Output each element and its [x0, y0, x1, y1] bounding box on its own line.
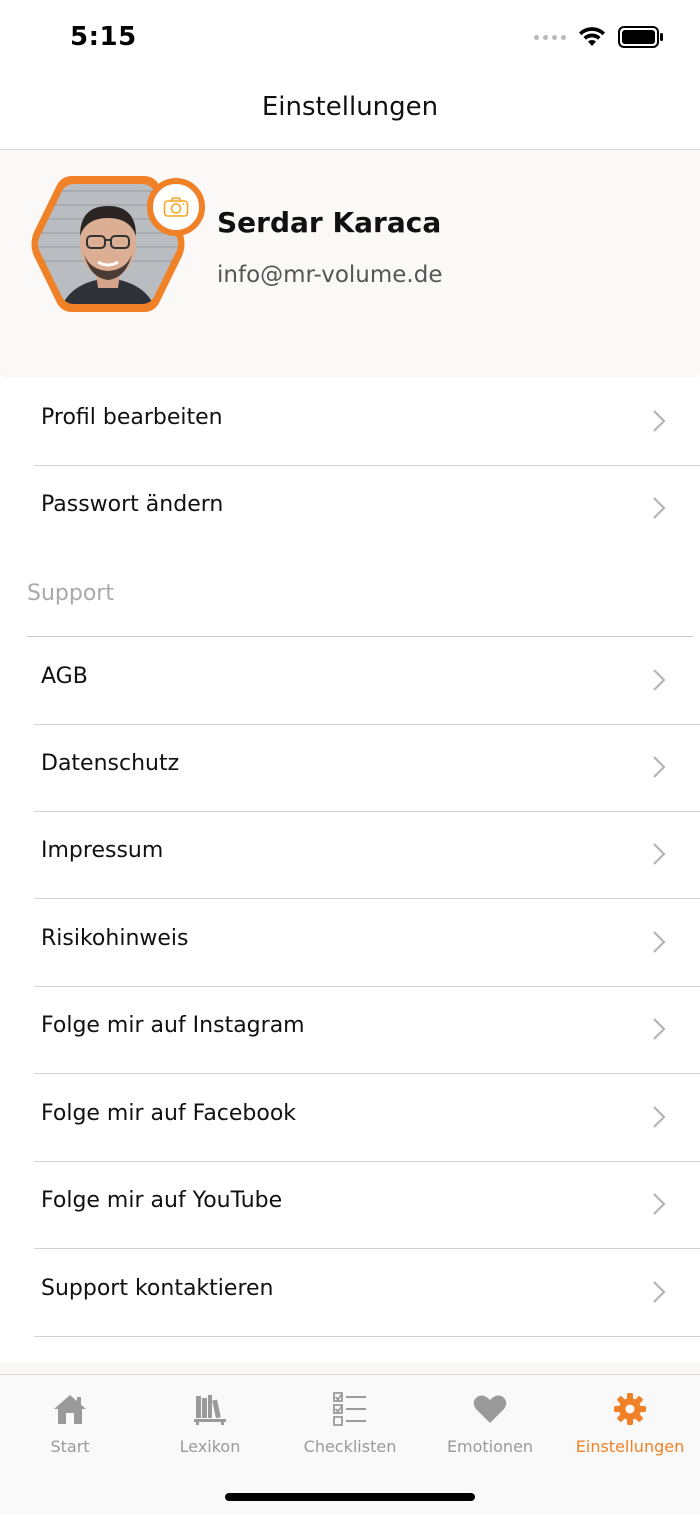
avatar[interactable]	[30, 170, 205, 330]
tab-label: Emotionen	[446, 1437, 534, 1456]
menu-item-support-kontaktieren[interactable]: Support kontaktieren	[0, 1250, 700, 1337]
menu-item-risikohinweis[interactable]: Risikohinweis	[0, 900, 700, 987]
chevron-right-icon	[653, 843, 666, 865]
heart-icon	[473, 1395, 507, 1423]
menu-item-youtube[interactable]: Folge mir auf YouTube	[0, 1162, 700, 1249]
menu-item-label: Support kontaktieren	[41, 1276, 274, 1301]
tab-lexikon[interactable]: Lexikon	[140, 1391, 280, 1456]
chevron-right-icon	[653, 1018, 666, 1040]
row-divider	[34, 1248, 700, 1249]
chevron-right-icon	[653, 1106, 666, 1128]
camera-icon	[163, 197, 189, 217]
wifi-icon	[579, 27, 605, 46]
menu-item-facebook[interactable]: Folge mir auf Facebook	[0, 1075, 700, 1162]
chevron-right-icon	[653, 669, 666, 691]
profile-card: Serdar Karaca info@mr-volume.de	[0, 150, 700, 378]
tab-label: Lexikon	[179, 1437, 241, 1456]
menu-item-instagram[interactable]: Folge mir auf Instagram	[0, 987, 700, 1074]
books-icon	[194, 1395, 226, 1425]
chevron-right-icon	[653, 1281, 666, 1303]
tab-start[interactable]: Start	[0, 1391, 140, 1456]
chevron-right-icon	[653, 756, 666, 778]
menu-item-label: AGB	[41, 664, 88, 689]
chevron-right-icon	[653, 1193, 666, 1215]
menu-item-label: Impressum	[41, 838, 164, 863]
menu-item-label: Folge mir auf YouTube	[41, 1188, 283, 1213]
gear-icon	[614, 1393, 646, 1425]
section-divider	[27, 636, 693, 637]
battery-icon	[618, 26, 663, 48]
menu-item-agb[interactable]: AGB	[0, 638, 700, 725]
tab-emotionen[interactable]: Emotionen	[420, 1391, 560, 1456]
profile-email: info@mr-volume.de	[217, 262, 443, 288]
menu-item-passwort-aendern[interactable]: Passwort ändern	[0, 466, 700, 553]
status-time: 5:15	[70, 22, 137, 52]
menu-item-label: Datenschutz	[41, 751, 180, 776]
chevron-right-icon	[653, 931, 666, 953]
home-icon	[54, 1395, 86, 1424]
menu-item-label: Passwort ändern	[41, 492, 224, 517]
chevron-right-icon	[653, 410, 666, 432]
tab-label: Start	[50, 1437, 90, 1456]
status-icons	[534, 26, 664, 48]
menu-item-profil-bearbeiten[interactable]: Profil bearbeiten	[0, 379, 700, 466]
section-header-support: Support	[27, 581, 114, 606]
menu-item-datenschutz[interactable]: Datenschutz	[0, 725, 700, 812]
tab-einstellungen[interactable]: Einstellungen	[560, 1391, 700, 1456]
menu-item-label: Profil bearbeiten	[41, 405, 223, 430]
change-photo-button[interactable]	[147, 178, 205, 236]
menu-item-label: Folge mir auf Instagram	[41, 1013, 305, 1038]
tab-checklisten[interactable]: Checklisten	[280, 1391, 420, 1456]
checklist-icon	[333, 1392, 366, 1426]
tab-label: Einstellungen	[575, 1437, 685, 1456]
profile-name: Serdar Karaca	[217, 206, 442, 239]
menu-item-label: Risikohinweis	[41, 926, 189, 951]
chevron-right-icon	[653, 497, 666, 519]
signal-icon	[534, 34, 566, 40]
home-indicator	[225, 1493, 475, 1501]
row-divider	[34, 1336, 700, 1337]
menu-item-label: Folge mir auf Facebook	[41, 1101, 297, 1126]
page-title: Einstellungen	[261, 92, 439, 122]
tab-label: Checklisten	[303, 1437, 397, 1456]
menu-item-impressum[interactable]: Impressum	[0, 812, 700, 899]
row-divider	[34, 1073, 700, 1074]
list-footer	[0, 1362, 700, 1374]
status-bar: 5:15	[0, 0, 700, 80]
row-divider	[34, 898, 700, 899]
